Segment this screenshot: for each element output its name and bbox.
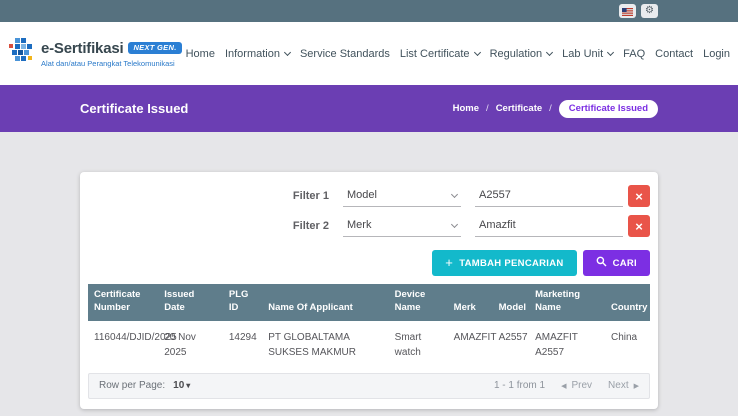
next-page-button[interactable]: Next ▶ [608, 380, 639, 391]
brand-badge: NEXT GEN. [128, 42, 181, 54]
breadcrumb-separator: / [486, 103, 489, 114]
breadcrumb-separator: / [549, 103, 552, 114]
breadcrumb-home[interactable]: Home [453, 103, 479, 114]
caret-down-icon: ▾ [186, 381, 190, 390]
nav-item-lab-unit[interactable]: Lab Unit [562, 48, 613, 60]
col-certificate-number: Certificate Number [88, 284, 158, 321]
main-nav: Home Information Service Standards List … [186, 48, 730, 60]
chevron-down-icon [451, 220, 458, 227]
search-results-card: Filter 1 Model × Filter 2 Merk × + TAMBA… [80, 172, 658, 409]
us-flag-icon [622, 4, 633, 19]
logo-mosaic-icon [8, 38, 34, 69]
col-plg-id: PLG ID [223, 284, 262, 321]
add-search-button[interactable]: + TAMBAH PENCARIAN [432, 250, 576, 276]
filter1-field-select[interactable]: Model [343, 185, 461, 207]
cell-merk: AMAZFIT [448, 321, 493, 371]
col-name-of-applicant: Name Of Applicant [262, 284, 388, 321]
gear-icon: ⚙ [645, 6, 654, 16]
topbar: ⚙ [0, 0, 738, 22]
breadcrumb-current: Certificate Issued [559, 100, 658, 118]
breadcrumb-certificate[interactable]: Certificate [496, 103, 542, 114]
search-icon [596, 256, 607, 270]
brand-logo[interactable]: e-Sertifikasi NEXT GEN. Alat dan/atau Pe… [8, 38, 182, 69]
close-icon: × [635, 220, 643, 233]
cell-name-of-applicant: PT GLOBALTAMA SUKSES MAKMUR [262, 321, 388, 371]
table-row: 116044/DJID/2025 20 Nov 2025 14294 PT GL… [88, 321, 650, 371]
rows-per-page-select[interactable]: 10 ▾ [173, 380, 190, 391]
page-banner: Certificate Issued Home / Certificate / … [0, 85, 738, 132]
filter2-clear-button[interactable]: × [628, 215, 650, 237]
chevron-down-icon [474, 48, 481, 55]
close-icon: × [635, 190, 643, 203]
col-model: Model [493, 284, 530, 321]
filter1-value-input[interactable] [475, 185, 623, 207]
search-button[interactable]: CARI [583, 250, 650, 276]
actions-row: + TAMBAH PENCARIAN CARI [88, 250, 650, 276]
col-merk: Merk [448, 284, 493, 321]
brand-name: e-Sertifikasi [41, 40, 123, 57]
nav-item-service-standards[interactable]: Service Standards [300, 48, 390, 60]
pagination-range: 1 - 1 from 1 [494, 380, 545, 391]
filter2-field-select[interactable]: Merk [343, 215, 461, 237]
breadcrumb: Home / Certificate / Certificate Issued [453, 100, 658, 118]
nav-item-home[interactable]: Home [186, 48, 215, 60]
nav-item-information[interactable]: Information [225, 48, 290, 60]
page-title: Certificate Issued [80, 101, 188, 116]
filter1-label: Filter 1 [293, 190, 329, 202]
chevron-down-icon [546, 48, 553, 55]
cell-marketing-name: AMAZFIT A2557 [529, 321, 605, 371]
chevron-down-icon [607, 48, 614, 55]
language-button[interactable] [619, 4, 636, 18]
arrow-left-icon: ◀ [561, 382, 566, 390]
cell-certificate-number: 116044/DJID/2025 [88, 321, 158, 371]
nav-item-contact[interactable]: Contact [655, 48, 693, 60]
table-header-row: Certificate Number Issued Date PLG ID Na… [88, 284, 650, 321]
cell-country: China [605, 321, 650, 371]
header: e-Sertifikasi NEXT GEN. Alat dan/atau Pe… [0, 22, 738, 85]
cell-model: A2557 [493, 321, 530, 371]
nav-item-faq[interactable]: FAQ [623, 48, 645, 60]
cell-issued-date: 20 Nov 2025 [158, 321, 223, 371]
filter1-clear-button[interactable]: × [628, 185, 650, 207]
settings-button[interactable]: ⚙ [641, 4, 658, 18]
nav-item-regulation[interactable]: Regulation [490, 48, 553, 60]
prev-page-button[interactable]: ◀ Prev [561, 380, 592, 391]
chevron-down-icon [284, 48, 291, 55]
arrow-right-icon: ▶ [634, 382, 639, 390]
filter-row-1: Filter 1 Model × [88, 182, 650, 210]
col-country: Country [605, 284, 650, 321]
col-issued-date: Issued Date [158, 284, 223, 321]
filter-row-2: Filter 2 Merk × [88, 212, 650, 240]
filter2-value-input[interactable] [475, 215, 623, 237]
nav-item-list-certificate[interactable]: List Certificate [400, 48, 480, 60]
col-device-name: Device Name [389, 284, 448, 321]
brand-tagline: Alat dan/atau Perangkat Telekomunikasi [41, 59, 182, 68]
results-table: Certificate Number Issued Date PLG ID Na… [88, 284, 650, 371]
nav-item-login[interactable]: Login [703, 48, 730, 60]
cell-plg-id: 14294 [223, 321, 262, 371]
rows-per-page-label: Row per Page: [99, 380, 165, 391]
cell-device-name: Smart watch [389, 321, 448, 371]
plus-icon: + [445, 255, 453, 270]
chevron-down-icon [451, 190, 458, 197]
pagination-bar: Row per Page: 10 ▾ 1 - 1 from 1 ◀ Prev N… [88, 373, 650, 399]
col-marketing-name: Marketing Name [529, 284, 605, 321]
filter2-label: Filter 2 [293, 220, 329, 232]
